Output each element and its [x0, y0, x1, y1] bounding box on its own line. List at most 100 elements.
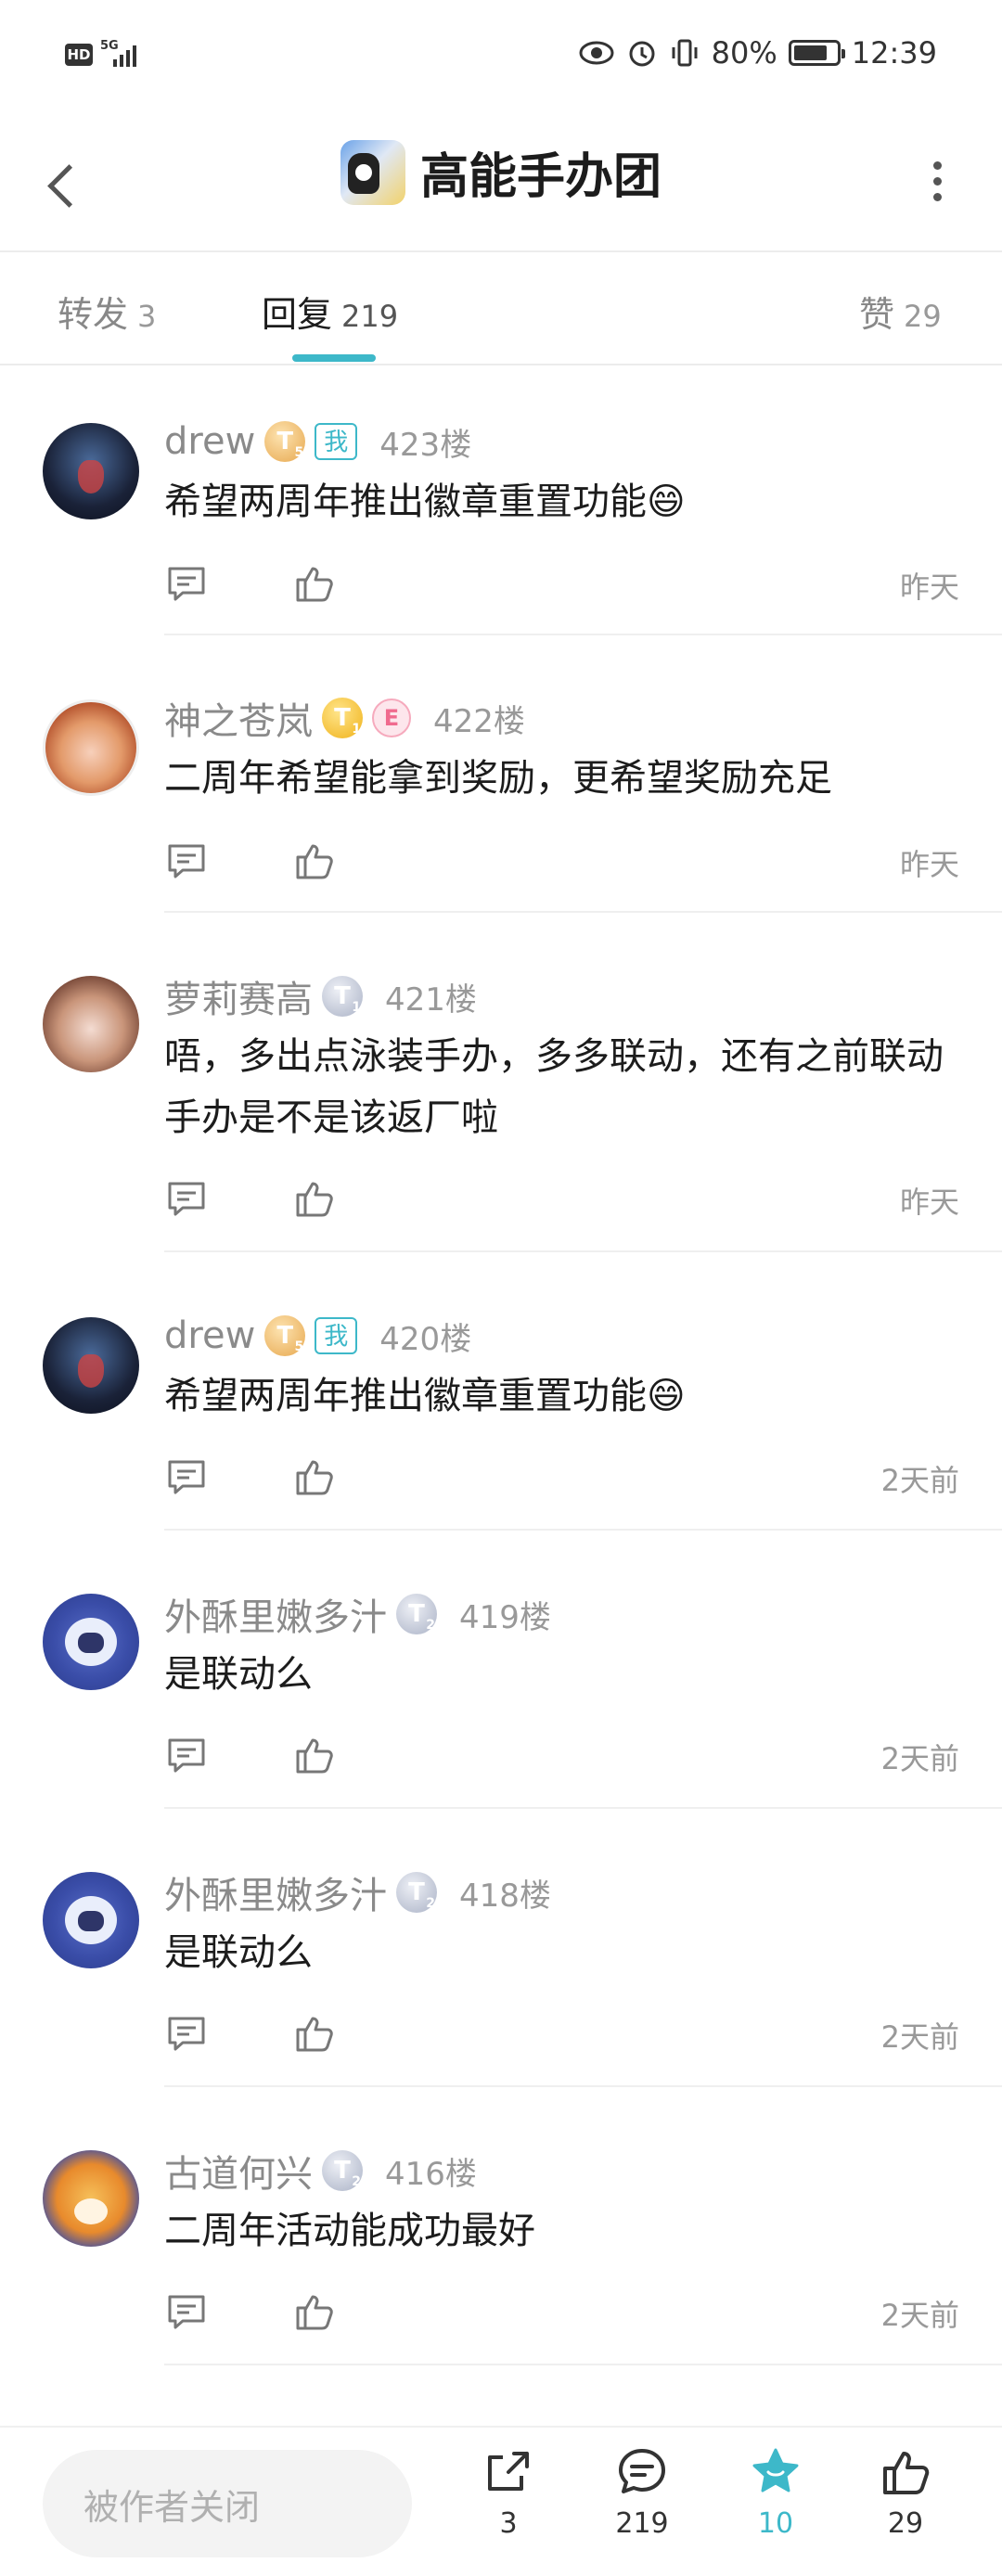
username[interactable]: 外酥里嫩多汁: [164, 1865, 387, 1919]
divider: [164, 634, 1002, 635]
favorite-button[interactable]: 10: [729, 2444, 822, 2540]
username[interactable]: 外酥里嫩多汁: [164, 1587, 387, 1641]
level-badge-icon: T1: [322, 698, 363, 738]
tab-replies-label: 回复: [262, 294, 333, 335]
hd-icon: HD: [65, 44, 93, 66]
comment-time: 2天前: [880, 1741, 959, 1776]
special-badge-icon: E: [372, 698, 411, 737]
divider: [164, 1250, 1002, 1252]
reply-icon[interactable]: [164, 2011, 212, 2059]
comment-item: drew T5 我 420楼 希望两周年推出徽章重置功能😄 2天前: [0, 1267, 1002, 1545]
status-left: HD 5G: [65, 39, 148, 70]
game-logo-icon: [340, 139, 405, 205]
like-icon[interactable]: [292, 561, 340, 609]
reply-icon[interactable]: [164, 2289, 212, 2338]
title-group: 高能手办团: [0, 137, 1002, 207]
floor-number: 423楼: [379, 426, 472, 464]
like-button[interactable]: 29: [859, 2444, 952, 2540]
me-badge: 我: [315, 423, 358, 460]
tab-likes-label: 赞: [859, 294, 895, 335]
star-icon: [752, 2448, 799, 2493]
comment-text: 是联动么: [164, 1931, 313, 1974]
like-icon[interactable]: [292, 1176, 340, 1224]
level-badge-icon: T2: [396, 1594, 437, 1634]
username[interactable]: 萝莉赛高: [164, 969, 313, 1023]
floor-number: 421楼: [385, 980, 477, 1019]
comment-text: 唔，多出点泳装手办，多多联动，还有之前联动手办是不是该返厂啦: [164, 1035, 944, 1139]
reply-icon[interactable]: [164, 839, 212, 887]
floor-number: 420楼: [379, 1320, 472, 1358]
like-icon[interactable]: [292, 1733, 340, 1781]
avatar[interactable]: [43, 1594, 139, 1690]
username[interactable]: drew: [164, 420, 255, 463]
level-badge-icon: T5: [264, 421, 306, 462]
tab-replies[interactable]: 回复 219: [262, 286, 398, 337]
avatar[interactable]: [43, 1317, 139, 1414]
divider: [164, 1529, 1002, 1531]
comment-time: 昨天: [899, 570, 959, 605]
avatar[interactable]: [43, 976, 139, 1072]
signal-icon: 5G: [100, 39, 148, 70]
me-badge: 我: [315, 1317, 358, 1354]
share-count: 3: [499, 2507, 518, 2540]
divider: [164, 911, 1002, 913]
comment-text: 希望两周年推出徽章重置功能😄: [164, 481, 686, 523]
avatar[interactable]: [43, 699, 139, 796]
reply-icon[interactable]: [164, 1733, 212, 1781]
clock: 12:39: [851, 35, 937, 70]
share-button[interactable]: 3: [462, 2444, 555, 2540]
reply-icon[interactable]: [164, 1176, 212, 1224]
active-tab-indicator: [292, 354, 376, 362]
tab-repost[interactable]: 转发 3: [58, 286, 156, 337]
comment-count: 219: [615, 2507, 669, 2540]
username[interactable]: 神之苍岚: [164, 691, 313, 745]
comment-text: 希望两周年推出徽章重置功能😄: [164, 1375, 686, 1417]
alarm-icon: [629, 41, 655, 67]
status-right: 80% 12:39: [578, 35, 937, 70]
battery-icon: [788, 40, 845, 66]
username[interactable]: drew: [164, 1314, 255, 1357]
eye-icon: [579, 41, 614, 65]
floor-number: 419楼: [459, 1598, 551, 1636]
comment-time: 2天前: [880, 1463, 959, 1498]
username[interactable]: 古道何兴: [164, 2144, 313, 2198]
comment-text: 二周年活动能成功最好: [164, 2210, 535, 2252]
level-badge-icon: T2: [396, 1872, 437, 1913]
comment-icon: [619, 2449, 665, 2493]
reply-input-disabled: 被作者关闭: [43, 2450, 412, 2557]
favorite-count: 10: [757, 2507, 794, 2540]
comment-time: 2天前: [880, 2019, 959, 2055]
comment-button[interactable]: 219: [596, 2444, 688, 2540]
more-options-button[interactable]: [909, 148, 965, 213]
status-bar: HD 5G 80% 12:39: [0, 0, 1002, 111]
reply-icon[interactable]: [164, 561, 212, 609]
level-badge-icon: T2: [322, 2150, 363, 2191]
comment-item: 外酥里嫩多汁 T2 418楼 是联动么 2天前: [0, 1824, 1002, 2102]
avatar[interactable]: [43, 423, 139, 519]
like-icon[interactable]: [292, 839, 340, 887]
level-badge-icon: T1: [322, 976, 363, 1017]
comment-time: 昨天: [899, 1185, 959, 1220]
like-icon[interactable]: [292, 2289, 340, 2338]
page-title: 高能手办团: [419, 149, 662, 205]
comment-item: 萝莉赛高 T1 421楼 唔，多出点泳装手办，多多联动，还有之前联动手办是不是该…: [0, 928, 1002, 1267]
like-count: 29: [887, 2507, 924, 2540]
like-icon[interactable]: [292, 2011, 340, 2059]
reply-icon[interactable]: [164, 1455, 212, 1503]
battery-percent: 80%: [711, 35, 777, 70]
like-icon[interactable]: [292, 1455, 340, 1503]
tab-likes[interactable]: 赞 29: [859, 286, 942, 337]
vibrate-icon: [672, 39, 698, 67]
tab-likes-count: 29: [904, 299, 942, 334]
bottom-action-bar: 被作者关闭 3 219 10 29: [0, 2426, 1002, 2576]
comment-text: 二周年希望能拿到奖励，更希望奖励充足: [164, 757, 832, 800]
avatar[interactable]: [43, 1872, 139, 1968]
tab-bar: 转发 3 回复 219 赞 29: [0, 252, 1002, 365]
tab-repost-count: 3: [137, 299, 157, 334]
comment-time: 昨天: [899, 847, 959, 882]
nav-header: 高能手办团: [0, 111, 1002, 252]
avatar[interactable]: [43, 2150, 139, 2247]
divider: [164, 2085, 1002, 2087]
comment-time: 2天前: [880, 2298, 959, 2333]
level-badge-icon: T5: [264, 1315, 306, 1356]
